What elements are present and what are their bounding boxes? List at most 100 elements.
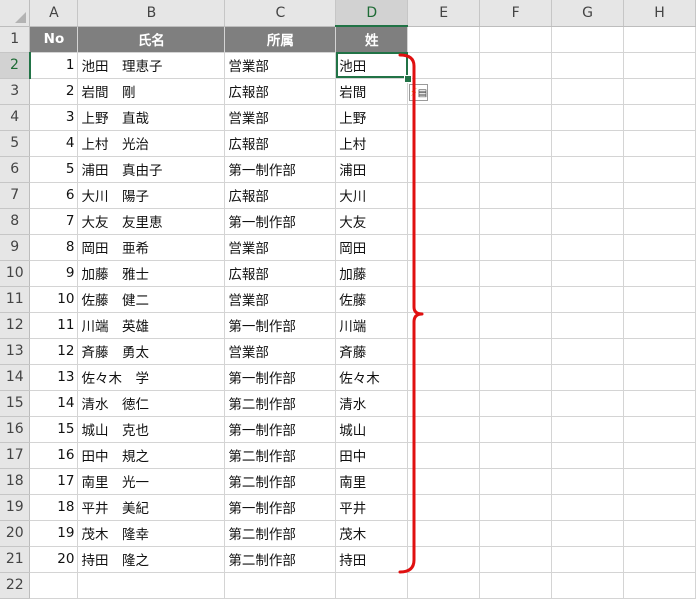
cell[interactable] (551, 130, 625, 157)
cell[interactable] (479, 156, 553, 183)
header-cell-name[interactable]: 氏名 (77, 26, 226, 53)
row-header[interactable]: 22 (0, 572, 31, 599)
cell[interactable] (29, 572, 79, 599)
select-all-button[interactable] (0, 0, 31, 27)
cell[interactable] (551, 520, 625, 547)
cell-name[interactable]: 斉藤 勇太 (77, 338, 226, 365)
cell[interactable] (551, 156, 625, 183)
row-header[interactable]: 13 (0, 338, 31, 365)
cell-name[interactable]: 佐々木 学 (77, 364, 226, 391)
row-header[interactable]: 18 (0, 468, 31, 495)
cell[interactable] (551, 572, 625, 599)
cell[interactable] (623, 156, 696, 183)
cell[interactable] (479, 546, 553, 573)
cell-name[interactable]: 川端 英雄 (77, 312, 226, 339)
cell[interactable] (479, 494, 553, 521)
cell-name[interactable]: 大友 友里恵 (77, 208, 226, 235)
cell[interactable] (551, 546, 625, 573)
cell[interactable] (623, 546, 696, 573)
cell[interactable] (623, 442, 696, 469)
cell-no[interactable]: 1 (29, 52, 79, 79)
cell[interactable] (479, 442, 553, 469)
cell[interactable] (623, 52, 696, 79)
row-header[interactable]: 12 (0, 312, 31, 339)
cell-name[interactable]: 岩間 剛 (77, 78, 226, 105)
cell[interactable] (77, 572, 226, 599)
cell[interactable] (479, 572, 553, 599)
cell-name[interactable]: 上村 光治 (77, 130, 226, 157)
cell[interactable] (551, 468, 625, 495)
column-header-f[interactable]: F (479, 0, 553, 27)
cell[interactable] (551, 286, 625, 313)
cell[interactable] (623, 572, 696, 599)
cell-dept[interactable]: 広報部 (224, 182, 337, 209)
cell-dept[interactable]: 第二制作部 (224, 520, 337, 547)
cell-no[interactable]: 11 (29, 312, 79, 339)
cell[interactable] (623, 364, 696, 391)
row-header[interactable]: 15 (0, 390, 31, 417)
cell[interactable] (551, 442, 625, 469)
cell[interactable] (623, 520, 696, 547)
cell-no[interactable]: 14 (29, 390, 79, 417)
cell[interactable] (623, 338, 696, 365)
row-header[interactable]: 4 (0, 104, 31, 131)
cell-no[interactable]: 4 (29, 130, 79, 157)
cell[interactable] (551, 416, 625, 443)
cell[interactable] (551, 78, 625, 105)
cell[interactable] (623, 468, 696, 495)
cell-no[interactable]: 15 (29, 416, 79, 443)
cell[interactable] (623, 416, 696, 443)
cell-dept[interactable]: 営業部 (224, 234, 337, 261)
cell-dept[interactable]: 第一制作部 (224, 364, 337, 391)
cell-name[interactable]: 持田 隆之 (77, 546, 226, 573)
cell-no[interactable]: 10 (29, 286, 79, 313)
row-header[interactable]: 3 (0, 78, 31, 105)
row-header[interactable]: 21 (0, 546, 31, 573)
cell-dept[interactable]: 営業部 (224, 338, 337, 365)
cell[interactable] (551, 52, 625, 79)
cell-no[interactable]: 19 (29, 520, 79, 547)
cell[interactable] (551, 390, 625, 417)
cell-name[interactable]: 加藤 雅士 (77, 260, 226, 287)
cell-dept[interactable]: 第一制作部 (224, 208, 337, 235)
cell-dept[interactable]: 第二制作部 (224, 546, 337, 573)
cell-name[interactable]: 茂木 隆幸 (77, 520, 226, 547)
cell[interactable] (551, 104, 625, 131)
cell[interactable] (623, 130, 696, 157)
header-cell-dept[interactable]: 所属 (224, 26, 337, 53)
cell-dept[interactable]: 広報部 (224, 130, 337, 157)
cell-no[interactable]: 12 (29, 338, 79, 365)
cell[interactable] (623, 312, 696, 339)
row-header[interactable]: 20 (0, 520, 31, 547)
cell-name[interactable]: 佐藤 健二 (77, 286, 226, 313)
row-header[interactable]: 8 (0, 208, 31, 235)
cell-name[interactable]: 平井 美紀 (77, 494, 226, 521)
cell[interactable] (551, 182, 625, 209)
cell-name[interactable]: 城山 克也 (77, 416, 226, 443)
cell-name[interactable]: 南里 光一 (77, 468, 226, 495)
row-header[interactable]: 17 (0, 442, 31, 469)
cell[interactable] (479, 416, 553, 443)
cell[interactable] (479, 234, 553, 261)
column-header-b[interactable]: B (77, 0, 226, 27)
column-header-h[interactable]: H (623, 0, 696, 27)
column-header-a[interactable]: A (29, 0, 79, 27)
cell[interactable] (623, 234, 696, 261)
cell[interactable] (407, 26, 481, 53)
cell[interactable] (623, 104, 696, 131)
cell[interactable] (623, 208, 696, 235)
cell[interactable] (623, 182, 696, 209)
cell-no[interactable]: 13 (29, 364, 79, 391)
cell-dept[interactable]: 第二制作部 (224, 468, 337, 495)
row-header[interactable]: 6 (0, 156, 31, 183)
cell-no[interactable]: 17 (29, 468, 79, 495)
cell[interactable] (551, 494, 625, 521)
cell[interactable] (551, 208, 625, 235)
cell[interactable] (551, 338, 625, 365)
cell[interactable] (224, 572, 337, 599)
cell[interactable] (551, 364, 625, 391)
cell-no[interactable]: 5 (29, 156, 79, 183)
cell[interactable] (623, 260, 696, 287)
cell[interactable] (479, 182, 553, 209)
cell-name[interactable]: 岡田 亜希 (77, 234, 226, 261)
